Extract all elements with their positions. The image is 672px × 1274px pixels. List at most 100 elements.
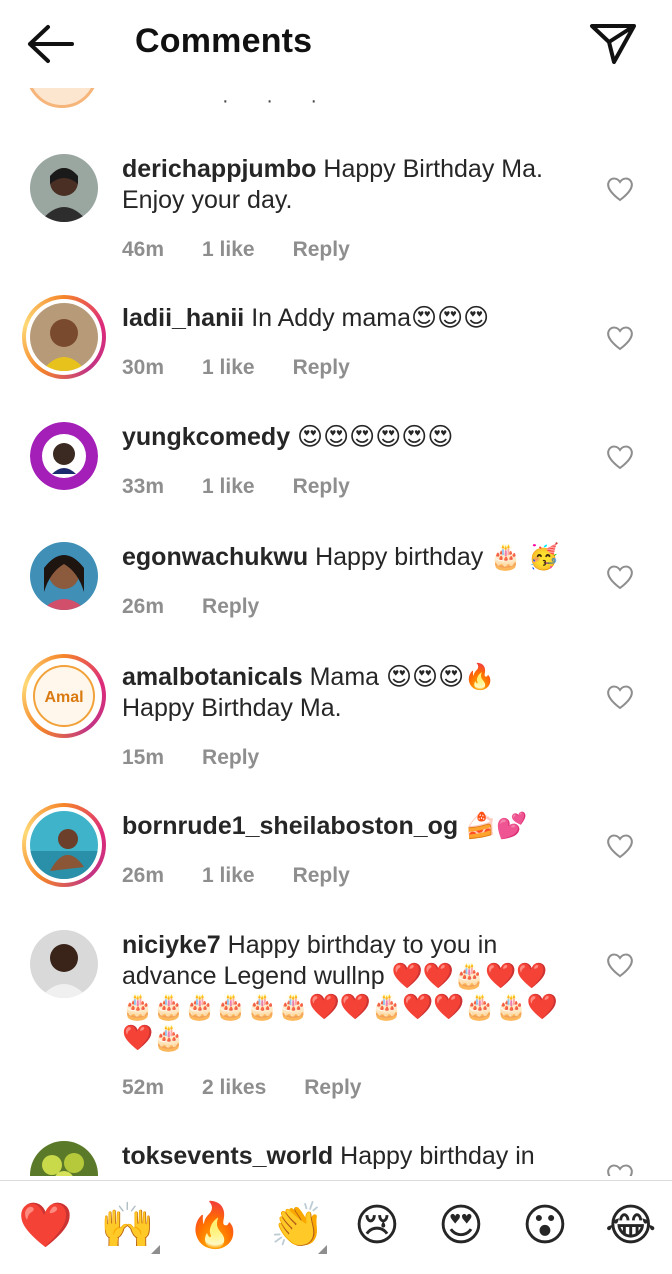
- paper-plane-icon: [590, 24, 636, 64]
- comment-message: In Addy mama😍😍😍: [244, 304, 490, 332]
- comment-meta: 52m 2 likes Reply: [122, 1076, 592, 1100]
- comment-message: Happy birthday to you in: [220, 931, 498, 959]
- top-bar: Comments: [0, 0, 672, 88]
- avatar[interactable]: [30, 930, 98, 998]
- avatar[interactable]: [30, 1141, 98, 1176]
- comment-text: niciyke7 Happy birthday to you in advance…: [122, 930, 592, 1054]
- like-button[interactable]: [606, 684, 634, 710]
- like-button[interactable]: [606, 176, 634, 202]
- heart-outline-icon: [607, 445, 633, 470]
- reaction-crying-button[interactable]: 😢: [354, 1201, 400, 1251]
- avatar[interactable]: [30, 542, 98, 610]
- comment-text: egonwachukwu Happy birthday 🎂 🥳: [122, 542, 592, 573]
- comment-message: 😍😍😍😍😍😍: [290, 423, 454, 451]
- quick-reaction-bar: ❤️ 🙌 🔥 👏 😢 😍 😮 😂: [0, 1180, 672, 1274]
- reaction-clap-button[interactable]: 👏: [270, 1201, 325, 1251]
- comment-text: toksevents_world Happy birthday in: [122, 1141, 592, 1172]
- share-button[interactable]: [588, 20, 638, 66]
- reply-button[interactable]: Reply: [304, 1076, 361, 1100]
- comment-username[interactable]: bornrude1_sheilaboston_og: [122, 812, 458, 840]
- like-button[interactable]: [606, 833, 634, 859]
- like-count[interactable]: 1 like: [202, 356, 255, 380]
- reply-button[interactable]: Reply: [293, 864, 350, 888]
- like-count[interactable]: 2 likes: [202, 1076, 266, 1100]
- avatar[interactable]: [26, 88, 98, 108]
- comment-time: 26m: [122, 595, 165, 618]
- like-count[interactable]: 1 like: [202, 475, 255, 499]
- comment-time: 26m: [122, 864, 165, 887]
- comment-username[interactable]: amalbotanicals: [122, 663, 303, 691]
- reply-button[interactable]: Reply: [202, 595, 259, 619]
- heart-outline-icon: [607, 326, 633, 351]
- comment-time: 52m: [122, 1076, 165, 1099]
- arrow-left-icon: [28, 25, 74, 63]
- comment-meta: 46m 1 like Reply: [122, 238, 592, 262]
- comment-message: Happy Birthday Ma.: [316, 155, 543, 183]
- like-button[interactable]: [606, 952, 634, 978]
- comment-message-line: Happy Birthday Ma.: [122, 694, 342, 722]
- comment-meta: 26m 1 like Reply: [122, 864, 592, 888]
- heart-outline-icon: [607, 177, 633, 202]
- reaction-laughing-button[interactable]: 😂: [605, 1201, 656, 1251]
- comment-meta: 33m 1 like Reply: [122, 475, 592, 499]
- reaction-heart-eyes-button[interactable]: 😍: [438, 1201, 484, 1251]
- comment-message-line: ❤️🎂: [122, 1024, 185, 1052]
- heart-outline-icon: [607, 834, 633, 859]
- comment-text: yungkcomedy 😍😍😍😍😍😍: [122, 422, 592, 453]
- reply-button[interactable]: Reply: [293, 475, 350, 499]
- back-button[interactable]: [26, 22, 78, 66]
- variant-indicator: [151, 1245, 160, 1254]
- comment-username[interactable]: derichappjumbo: [122, 155, 316, 183]
- avatar[interactable]: [22, 803, 106, 887]
- comment-message: 🍰💕: [458, 812, 528, 840]
- comment-message: Happy birthday 🎂 🥳: [308, 543, 560, 571]
- comment-username[interactable]: toksevents_world: [122, 1142, 333, 1170]
- comment-time: 46m: [122, 238, 165, 261]
- comment-meta: 30m 1 like Reply: [122, 356, 592, 380]
- comment-message-line: Enjoy your day.: [122, 186, 293, 214]
- brand-logo-text: Amal: [44, 689, 83, 706]
- variant-indicator: [318, 1245, 327, 1254]
- reply-button[interactable]: Reply: [293, 238, 350, 262]
- comment-message: Happy birthday in: [333, 1142, 535, 1170]
- comment-message-line: 🎂🎂🎂🎂🎂🎂❤️❤️🎂❤️❤️🎂🎂❤️: [122, 993, 558, 1021]
- comment-username[interactable]: yungkcomedy: [122, 423, 290, 451]
- reaction-surprised-button[interactable]: 😮: [522, 1201, 568, 1251]
- like-count[interactable]: 1 like: [202, 238, 255, 262]
- comment-time: 30m: [122, 356, 165, 379]
- reaction-fire-button[interactable]: 🔥: [187, 1201, 242, 1251]
- comment-time: 33m: [122, 475, 165, 498]
- comment-message-line: advance Legend wullnp ❤️❤️🎂❤️❤️: [122, 962, 548, 990]
- heart-outline-icon: [607, 953, 633, 978]
- comment-username[interactable]: ladii_hanii: [122, 304, 244, 332]
- like-button[interactable]: [606, 1163, 634, 1176]
- page-title: Comments: [135, 22, 313, 60]
- avatar[interactable]: [30, 154, 98, 222]
- like-button[interactable]: [606, 325, 634, 351]
- heart-outline-icon: [607, 565, 633, 590]
- reaction-raised-hands-button[interactable]: 🙌: [100, 1201, 155, 1251]
- comment-text: bornrude1_sheilaboston_og 🍰💕: [122, 811, 592, 842]
- heart-outline-icon: [607, 1164, 633, 1176]
- comment-username[interactable]: egonwachukwu: [122, 543, 308, 571]
- comment-list[interactable]: · · · derichappjumbo Happy Birthday Ma. E…: [0, 88, 672, 1176]
- comment-time: 15m: [122, 746, 165, 769]
- partial-comment-text: · · ·: [222, 90, 334, 112]
- avatar[interactable]: Amal: [22, 654, 106, 738]
- comment-meta: 15m Reply: [122, 746, 592, 770]
- comment-meta: 26m Reply: [122, 595, 592, 619]
- reply-button[interactable]: Reply: [202, 746, 259, 770]
- comment-text: amalbotanicals Mama 😍😍😍🔥 Happy Birthday M…: [122, 662, 592, 724]
- like-count[interactable]: 1 like: [202, 864, 255, 888]
- like-button[interactable]: [606, 444, 634, 470]
- reply-button[interactable]: Reply: [293, 356, 350, 380]
- avatar[interactable]: [22, 295, 106, 379]
- comment-text: derichappjumbo Happy Birthday Ma. Enjoy y…: [122, 154, 592, 216]
- reaction-heart-button[interactable]: ❤️: [18, 1201, 73, 1251]
- heart-outline-icon: [607, 685, 633, 710]
- avatar[interactable]: [30, 422, 98, 490]
- comment-username[interactable]: niciyke7: [122, 931, 221, 959]
- comment-text: ladii_hanii In Addy mama😍😍😍: [122, 303, 592, 334]
- like-button[interactable]: [606, 564, 634, 590]
- comment-message: Mama 😍😍😍🔥: [302, 663, 496, 691]
